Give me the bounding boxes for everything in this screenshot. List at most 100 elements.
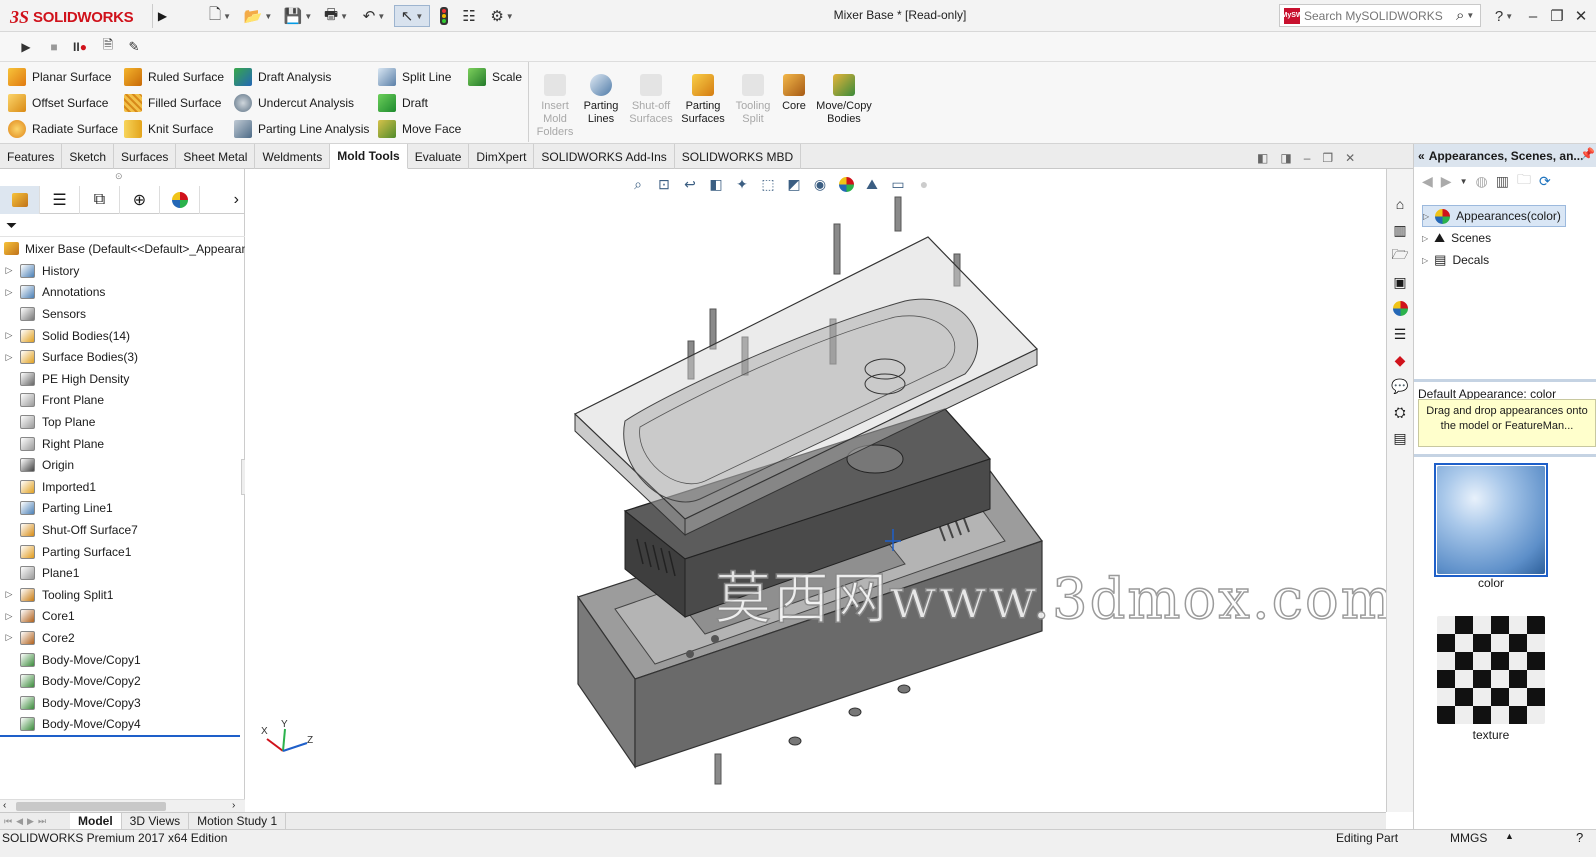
- menu-expand-arrow-icon[interactable]: ▶: [152, 4, 172, 28]
- new-folder-icon[interactable]: 🗀: [1517, 169, 1531, 193]
- expand-arrow-icon[interactable]: ▷: [0, 287, 18, 298]
- tree-decals[interactable]: ▷ ▤ Decals: [1422, 249, 1489, 271]
- feature-manager-tab-icon[interactable]: [0, 186, 40, 214]
- scroll-right-icon[interactable]: ›: [232, 800, 235, 811]
- display-manager-tab-icon[interactable]: [160, 186, 200, 214]
- tab-surfaces[interactable]: Surfaces: [114, 144, 177, 169]
- search-dropdown-icon[interactable]: ▼: [1466, 11, 1474, 20]
- parting-surfaces-button[interactable]: Parting Surfaces: [678, 74, 728, 126]
- save-button[interactable]: 💾 ▼: [280, 5, 316, 27]
- tab-mbd[interactable]: SOLIDWORKS MBD: [675, 144, 802, 169]
- split-line-button[interactable]: Split Line: [378, 65, 461, 89]
- configuration-manager-tab-icon[interactable]: ⧉: [80, 186, 120, 214]
- search-box[interactable]: MySW ⌕ ▼: [1279, 4, 1481, 27]
- swatch-texture[interactable]: [1437, 616, 1545, 724]
- forward-icon[interactable]: ▶: [1441, 173, 1452, 190]
- select-button[interactable]: ↖ ▼: [394, 5, 430, 27]
- new-document-button[interactable]: 🗋 ▼: [202, 5, 238, 27]
- options-button[interactable]: ⚙ ▼: [484, 5, 520, 27]
- help-button[interactable]: ? ▼: [1490, 5, 1518, 27]
- tab-dimxpert[interactable]: DimXpert: [469, 144, 535, 169]
- tree-item[interactable]: Imported1: [0, 476, 245, 498]
- add-to-library-icon[interactable]: ◍: [1475, 173, 1487, 190]
- solidworks-forum-icon[interactable]: ◆: [1389, 349, 1411, 371]
- next-tab-icon[interactable]: ▶: [27, 816, 34, 827]
- print3d-icon[interactable]: ▤: [1389, 427, 1411, 449]
- solidworks-logo[interactable]: 3S SOLIDWORKS: [10, 4, 152, 30]
- dropdown-icon[interactable]: ▼: [1460, 177, 1468, 186]
- tree-scenes[interactable]: ▷ ⛰ Scenes: [1422, 227, 1491, 249]
- more-tabs-arrow-icon[interactable]: ›: [200, 186, 245, 214]
- rollback-bar[interactable]: [0, 735, 240, 737]
- planar-surface-button[interactable]: Planar Surface: [8, 65, 118, 89]
- open-button[interactable]: 📂 ▼: [240, 5, 276, 27]
- minimize-button[interactable]: –: [1522, 5, 1544, 27]
- stop-macro-button[interactable]: ■: [44, 36, 64, 58]
- tree-item[interactable]: Top Plane: [0, 411, 245, 433]
- tree-item[interactable]: ▷ Core1: [0, 606, 245, 628]
- tree-item[interactable]: Shut-Off Surface7: [0, 519, 245, 541]
- tree-item[interactable]: Body-Move/Copy2: [0, 670, 245, 692]
- undo-button[interactable]: ↶ ▼: [356, 5, 392, 27]
- draft-button[interactable]: Draft: [378, 91, 461, 115]
- tab-sheet-metal[interactable]: Sheet Metal: [176, 144, 256, 169]
- expand-arrow-icon[interactable]: ▷: [1422, 256, 1428, 265]
- tile-left-icon[interactable]: ◧: [1257, 151, 1268, 165]
- rebuild-button[interactable]: [434, 5, 454, 27]
- tree-item[interactable]: ▷ Tooling Split1: [0, 584, 245, 606]
- search-icon[interactable]: ⌕: [1456, 7, 1464, 24]
- tab-model[interactable]: Model: [70, 812, 122, 830]
- expand-arrow-icon[interactable]: ▷: [0, 611, 18, 622]
- tile-right-icon[interactable]: ◨: [1280, 151, 1291, 165]
- splitter-2[interactable]: [1414, 454, 1596, 457]
- splitter[interactable]: [1414, 379, 1596, 382]
- tree-item[interactable]: Parting Line1: [0, 498, 245, 520]
- tab-evaluate[interactable]: Evaluate: [408, 144, 470, 169]
- pin-icon[interactable]: 📌: [1580, 147, 1595, 161]
- offset-surface-button[interactable]: Offset Surface: [8, 91, 118, 115]
- design-library-icon[interactable]: ▥: [1389, 219, 1411, 241]
- viewport-restore-icon[interactable]: ❐: [1322, 151, 1333, 165]
- swatch-color[interactable]: [1434, 463, 1548, 577]
- 3dexperience-icon[interactable]: ⛭: [1389, 401, 1411, 423]
- new-macro-button[interactable]: 🗎: [98, 36, 118, 58]
- expand-arrow-icon[interactable]: ▷: [0, 632, 18, 643]
- tree-item[interactable]: Sensors: [0, 303, 245, 325]
- tree-item[interactable]: ▷ Annotations: [0, 282, 245, 304]
- knit-surface-button[interactable]: Knit Surface: [124, 117, 224, 141]
- tab-addins[interactable]: SOLIDWORKS Add-Ins: [534, 144, 675, 169]
- print-button[interactable]: 🖶 ▼: [318, 5, 354, 27]
- tree-item[interactable]: Body-Move/Copy3: [0, 692, 245, 714]
- scroll-left-icon[interactable]: ‹: [3, 800, 6, 811]
- filled-surface-button[interactable]: Filled Surface: [124, 91, 224, 115]
- refresh-icon[interactable]: ⟳: [1539, 173, 1551, 190]
- tab-weldments[interactable]: Weldments: [255, 144, 331, 169]
- ruled-surface-button[interactable]: Ruled Surface: [124, 65, 224, 89]
- back-icon[interactable]: ◀: [1422, 173, 1433, 190]
- search-input[interactable]: [1304, 8, 1454, 23]
- parting-lines-button[interactable]: Parting Lines: [576, 74, 626, 126]
- mold-model[interactable]: [245, 169, 1386, 812]
- radiate-surface-button[interactable]: Radiate Surface: [8, 117, 118, 141]
- comments-icon[interactable]: 💬: [1389, 375, 1411, 397]
- solidworks-resources-icon[interactable]: ⌂: [1389, 193, 1411, 215]
- tab-mold-tools[interactable]: Mold Tools: [330, 144, 408, 169]
- scale-button[interactable]: Scale: [468, 65, 522, 89]
- tree-root[interactable]: Mixer Base (Default<<Default>_Appearan: [0, 238, 248, 260]
- horizontal-scrollbar[interactable]: ‹ ›: [0, 799, 245, 813]
- tab-motion-study[interactable]: Motion Study 1: [189, 812, 287, 830]
- tree-appearances[interactable]: ▷ Appearances(color): [1422, 205, 1566, 227]
- units-selector[interactable]: MMGS: [1450, 831, 1487, 845]
- move-face-button[interactable]: Move Face: [378, 117, 461, 141]
- edit-macro-button[interactable]: ✎: [124, 36, 144, 58]
- graphics-area[interactable]: ⌕ ⊡ ↩ ◧ ✦ ⬚ ◩ ◉ ⛰ ▭ ● ◧ ◨ – ❐ ✕ 莫西网www.3…: [245, 151, 1395, 812]
- property-manager-tab-icon[interactable]: ☰: [40, 186, 80, 214]
- file-properties-button[interactable]: ☷: [458, 5, 480, 27]
- tree-item[interactable]: Parting Surface1: [0, 541, 245, 563]
- tab-features[interactable]: Features: [0, 144, 63, 169]
- expand-arrow-icon[interactable]: ▷: [0, 330, 18, 341]
- move-copy-bodies-button[interactable]: Move/Copy Bodies: [812, 74, 876, 126]
- file-explorer-icon[interactable]: 🗁: [1389, 245, 1411, 267]
- custom-properties-icon[interactable]: ☰: [1389, 323, 1411, 345]
- expand-arrow-icon[interactable]: ▷: [0, 265, 18, 276]
